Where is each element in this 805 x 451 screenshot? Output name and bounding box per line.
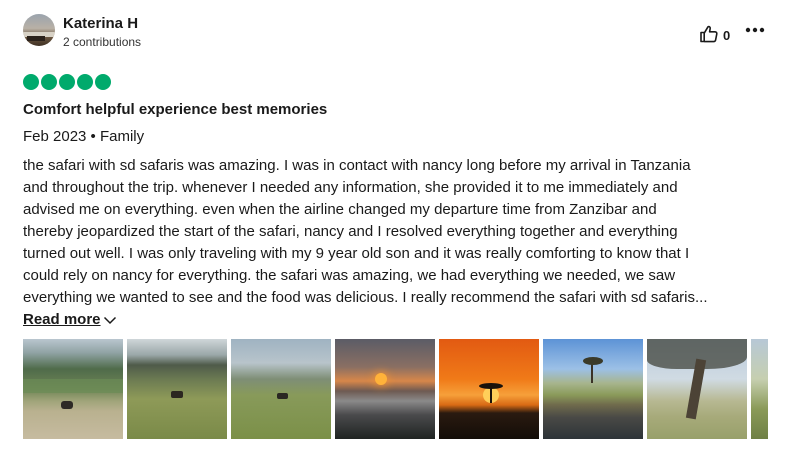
rating-bubble (59, 74, 75, 90)
photo-river-hippos[interactable] (543, 339, 643, 439)
photo-partial-next[interactable] (751, 339, 768, 439)
review-body-line: thereby jeopardized the start of the saf… (23, 223, 678, 240)
review-body: the safari with sd safaris was amazing. … (23, 155, 775, 309)
rating-bubbles (23, 74, 113, 92)
photo-grassland-animal[interactable] (231, 339, 331, 439)
photo-strip (23, 339, 768, 439)
read-more-label: Read more (23, 311, 101, 328)
review-body-line: turned out well. I was only traveling wi… (23, 245, 690, 262)
chevron-down-icon (103, 317, 116, 325)
read-more-link[interactable]: Read more (23, 311, 117, 328)
photo-acacia-tree[interactable] (647, 339, 747, 439)
review-body-line: could rely on nancy for everything. the … (23, 267, 676, 284)
rating-bubble (41, 74, 57, 90)
helpful-count: 0 (723, 28, 731, 43)
review-body-line: everything we wanted to see and the food… (23, 289, 708, 306)
contributions-count: 2 contributions (63, 35, 142, 49)
photo-sunset-lake[interactable] (335, 339, 435, 439)
more-horizontal-icon (745, 27, 765, 33)
avatar[interactable] (23, 14, 55, 46)
review-body-line: and throughout the trip. whenever I need… (23, 179, 678, 196)
review-header: Katerina H 2 contributions 0 (23, 14, 768, 50)
review-body-line: advised me on everything. even when the … (23, 201, 657, 218)
rating-bubble (77, 74, 93, 90)
rating-bubble (95, 74, 111, 90)
rating-bubble (23, 74, 39, 90)
more-options-button[interactable] (745, 23, 765, 37)
author-name[interactable]: Katerina H (63, 15, 138, 32)
thumbs-up-icon (700, 25, 718, 43)
review-title[interactable]: Comfort helpful experience best memories (23, 101, 327, 118)
review-meta: Feb 2023 • Family (23, 128, 145, 145)
review-body-line: the safari with sd safaris was amazing. … (23, 157, 691, 174)
photo-elephant-crater[interactable] (23, 339, 123, 439)
photo-buffalo-plains[interactable] (127, 339, 227, 439)
helpful-vote-button[interactable]: 0 (699, 24, 733, 44)
photo-sunset-acacia[interactable] (439, 339, 539, 439)
